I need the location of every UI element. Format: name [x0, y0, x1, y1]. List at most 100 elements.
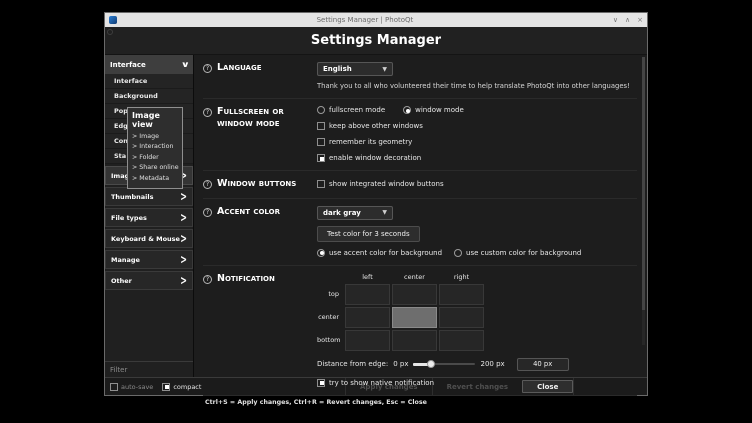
language-dropdown[interactable]: English ▼	[317, 62, 393, 76]
subitem-label: Interface	[114, 77, 147, 85]
accent-background-label: use accent color for background	[329, 249, 442, 257]
sidebar-item-label: Other	[111, 277, 132, 285]
grid-col-center: center	[392, 273, 437, 282]
dropdown-caret-icon: ▼	[382, 66, 387, 73]
section-title: Notification	[217, 273, 275, 285]
minimize-icon[interactable]: ∨	[613, 16, 618, 24]
section-title: Window buttons	[217, 178, 296, 190]
tooltip-title: Image view	[132, 111, 178, 129]
grid-row-center: center	[317, 313, 343, 321]
distance-value: 40 px	[533, 360, 552, 368]
grid-row-bottom: bottom	[317, 336, 343, 344]
chevron-right-icon: >	[180, 253, 187, 267]
shortcut-hint-text: Ctrl+S = Apply changes, Ctrl+R = Revert …	[203, 396, 637, 409]
grid-cell-bottom-left[interactable]	[345, 330, 390, 351]
sidebar-category-label: Interface	[110, 61, 146, 69]
window-mode-radio[interactable]	[403, 106, 411, 114]
sidebar-subitem-background[interactable]: Background	[105, 89, 193, 104]
section-fullscreen-window-mode: ? Fullscreen or window mode fullscreen m…	[203, 99, 637, 171]
filter-input[interactable]	[105, 366, 193, 374]
help-icon[interactable]: ?	[203, 180, 212, 189]
titlebar[interactable]: Settings Manager | PhotoQt ∨ ∧ ×	[105, 13, 647, 27]
sidebar-item-keyboard-mouse[interactable]: Keyboard & Mouse >	[105, 229, 193, 248]
distance-slider[interactable]	[413, 360, 475, 368]
accent-background-radio[interactable]	[317, 249, 325, 257]
help-icon[interactable]: ?	[203, 208, 212, 217]
sidebar: Interface ∨ Interface Background Pop Edg…	[105, 55, 194, 377]
sidebar-item-manage[interactable]: Manage >	[105, 250, 193, 269]
photoqt-app-icon	[109, 16, 117, 24]
help-icon[interactable]: ?	[203, 64, 212, 73]
tooltip-item: > Share online	[132, 163, 178, 173]
scrollbar[interactable]	[642, 57, 645, 345]
custom-background-radio[interactable]	[454, 249, 462, 257]
section-title: Language	[217, 62, 262, 74]
section-window-buttons: ? Window buttons show integrated window …	[203, 171, 637, 199]
remember-geometry-checkbox[interactable]	[317, 138, 325, 146]
help-icon[interactable]: ?	[203, 275, 212, 284]
remember-geometry-label: remember its geometry	[329, 138, 412, 146]
distance-label: Distance from edge:	[317, 360, 388, 368]
chevron-right-icon: >	[180, 190, 187, 204]
subitem-label: Pop	[114, 107, 128, 115]
grid-cell-bottom-right[interactable]	[439, 330, 484, 351]
tooltip-item: > Interaction	[132, 142, 178, 152]
grid-row-top: top	[317, 290, 343, 298]
auto-save-checkbox[interactable]	[110, 383, 118, 391]
distance-value-spinbox[interactable]: 40 px	[517, 358, 569, 371]
chevron-right-icon: >	[180, 274, 187, 288]
window-decoration-checkbox[interactable]	[317, 154, 325, 162]
sidebar-item-file-types[interactable]: File types >	[105, 208, 193, 227]
native-notification-label: try to show native notification	[329, 379, 434, 387]
grid-cell-top-center[interactable]	[392, 284, 437, 305]
sidebar-item-label: File types	[111, 214, 147, 222]
help-icon[interactable]: ?	[203, 108, 212, 117]
compact-checkbox[interactable]	[162, 383, 170, 391]
grid-cell-top-right[interactable]	[439, 284, 484, 305]
sidebar-item-label: Manage	[111, 256, 140, 264]
keep-above-label: keep above other windows	[329, 122, 423, 130]
window-title: Settings Manager | PhotoQt	[121, 16, 609, 24]
sidebar-category-interface[interactable]: Interface ∨	[105, 55, 193, 74]
app-header: Settings Manager	[105, 27, 647, 55]
fullscreen-mode-label: fullscreen mode	[329, 106, 385, 114]
sidebar-item-label: Thumbnails	[111, 193, 153, 201]
native-notification-checkbox[interactable]	[317, 379, 325, 387]
subitem-label: Con	[114, 137, 128, 145]
settings-content: ? Language English ▼ Thank you to all wh…	[194, 55, 647, 377]
grid-cell-center-center[interactable]	[392, 307, 437, 328]
test-color-button[interactable]: Test color for 3 seconds	[317, 226, 420, 242]
section-title: Accent color	[217, 206, 280, 218]
slider-handle[interactable]	[427, 360, 435, 368]
section-title: Fullscreen or window mode	[217, 106, 317, 130]
language-dropdown-value: English	[323, 65, 352, 73]
accent-color-dropdown[interactable]: dark gray ▼	[317, 206, 393, 220]
maximize-icon[interactable]: ∧	[625, 16, 630, 24]
corner-dot-icon	[107, 29, 113, 35]
image-view-tooltip: Image view > Image > Interaction > Folde…	[127, 107, 183, 189]
integrated-window-buttons-checkbox[interactable]	[317, 180, 325, 188]
tooltip-item: > Image	[132, 132, 178, 142]
custom-background-label: use custom color for background	[466, 249, 581, 257]
page-title: Settings Manager	[311, 33, 441, 48]
grid-cell-bottom-center[interactable]	[392, 330, 437, 351]
close-icon[interactable]: ×	[637, 16, 643, 24]
grid-col-right: right	[439, 273, 484, 282]
sidebar-item-other[interactable]: Other >	[105, 271, 193, 290]
subitem-label: Edg	[114, 122, 128, 130]
section-accent-color: ? Accent color dark gray ▼ Test color fo…	[203, 199, 637, 266]
grid-cell-center-left[interactable]	[345, 307, 390, 328]
chevron-right-icon: >	[180, 211, 187, 225]
grid-cell-top-left[interactable]	[345, 284, 390, 305]
sidebar-subitem-interface[interactable]: Interface	[105, 74, 193, 89]
scrollbar-handle[interactable]	[642, 57, 645, 310]
subitem-label: Sta	[114, 152, 126, 160]
auto-save-label: auto-save	[121, 383, 153, 391]
grid-cell-center-right[interactable]	[439, 307, 484, 328]
sidebar-item-thumbnails[interactable]: Thumbnails >	[105, 187, 193, 206]
window-decoration-label: enable window decoration	[329, 154, 421, 162]
section-language: ? Language English ▼ Thank you to all wh…	[203, 55, 637, 99]
grid-col-left: left	[345, 273, 390, 282]
fullscreen-mode-radio[interactable]	[317, 106, 325, 114]
keep-above-checkbox[interactable]	[317, 122, 325, 130]
